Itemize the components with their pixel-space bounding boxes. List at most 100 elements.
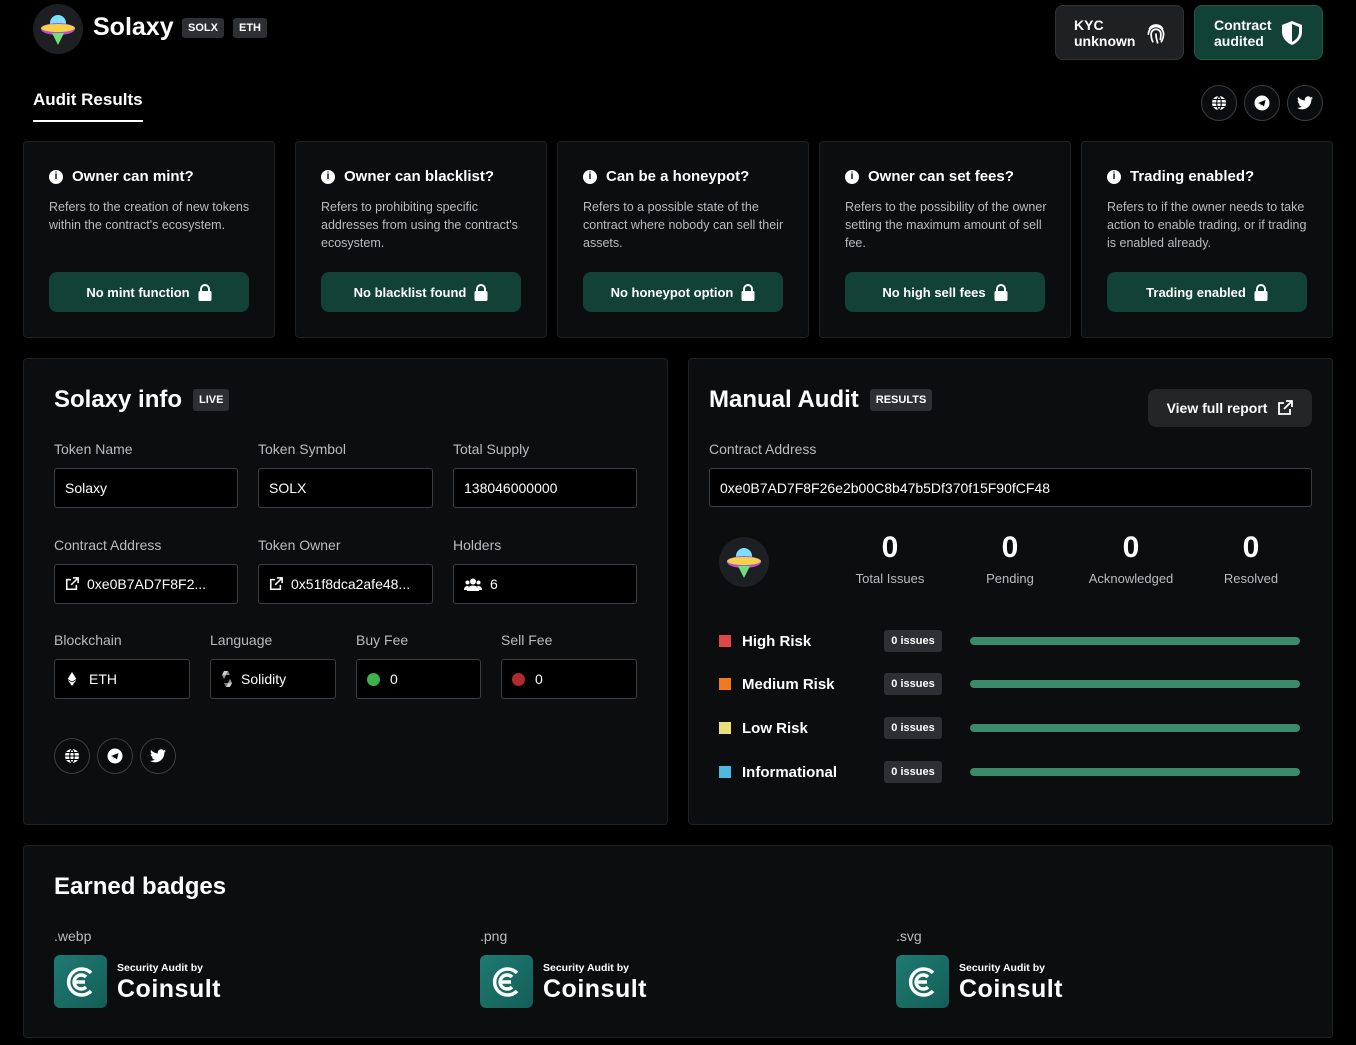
fingerprint-icon (1147, 23, 1165, 44)
token-symbol-value: SOLX (269, 480, 307, 496)
info-telegram-link[interactable] (97, 738, 133, 774)
check-header: i Trading enabled? (1107, 168, 1307, 185)
check-result-label: No mint function (86, 284, 190, 300)
risk-issues-badge: 0 issues (884, 630, 942, 652)
results-tag: RESULTS (869, 389, 933, 411)
live-tag: LIVE (193, 389, 230, 411)
badge-brand: Coinsult (117, 974, 221, 1003)
shield-icon (1281, 20, 1302, 45)
users-icon (464, 578, 482, 591)
telegram-icon (107, 748, 123, 764)
risk-progress-bar (970, 637, 1300, 645)
badge-format-label: .svg (896, 928, 922, 944)
risk-name: High Risk (742, 632, 812, 650)
token-name-label: Token Name (54, 441, 133, 457)
check-header: i Can be a honeypot? (583, 168, 783, 185)
contract-label: Contract (1214, 16, 1272, 33)
contract-address-value: 0xe0B7AD7F8F2... (87, 576, 207, 592)
risk-progress-bar (970, 768, 1300, 776)
website-link[interactable] (1201, 85, 1237, 121)
total-supply-label: Total Supply (453, 441, 530, 457)
badge-text: Security Audit by Coinsult (959, 962, 1063, 1002)
tab-audit-results[interactable]: Audit Results (33, 90, 143, 122)
twitter-icon (150, 749, 166, 763)
stat-value: 0 (1242, 531, 1260, 564)
twitter-link[interactable] (1287, 85, 1323, 121)
check-result-button[interactable]: No honeypot option (583, 272, 783, 312)
check-card: i Can be a honeypot? Refers to a possibl… (557, 141, 809, 338)
token-symbol-label: Token Symbol (258, 441, 346, 457)
audit-stat: 0 Resolved (1191, 531, 1311, 586)
contract-audited-button[interactable]: Contract audited (1194, 5, 1323, 60)
stat-label: Total Issues (855, 571, 925, 586)
check-result-button[interactable]: No high sell fees (845, 272, 1045, 312)
kyc-label: KYC (1074, 16, 1104, 33)
coinsult-badge[interactable]: Security Audit by Coinsult (480, 955, 647, 1008)
twitter-icon (1297, 96, 1313, 110)
audit-project-logo (719, 537, 769, 587)
stat-label: Resolved (1223, 571, 1279, 586)
check-header: i Owner can mint? (49, 168, 249, 185)
info-twitter-link[interactable] (140, 738, 176, 774)
holders-label: Holders (453, 537, 502, 553)
risk-row: High Risk 0 issues (719, 629, 1309, 653)
check-card: i Owner can mint? Refers to the creation… (23, 141, 275, 338)
risk-row: Low Risk 0 issues (719, 716, 1309, 740)
external-link-icon (269, 577, 283, 591)
buy-fee-field: 0 (356, 659, 481, 699)
check-result-button[interactable]: Trading enabled (1107, 272, 1307, 312)
holders-field: 6 (453, 564, 637, 604)
badge-caption: Security Audit by (543, 961, 629, 974)
coinsult-badge[interactable]: Security Audit by Coinsult (896, 955, 1063, 1008)
contract-address-label: Contract Address (54, 537, 162, 553)
check-title: Owner can mint? (72, 168, 194, 185)
info-website-link[interactable] (54, 738, 90, 774)
audit-stat: 0 Acknowledged (1071, 531, 1191, 586)
coinsult-logo-icon (908, 966, 934, 997)
contract-address-link[interactable]: 0xe0B7AD7F8F2... (54, 564, 238, 604)
coinsult-logo (54, 955, 107, 1008)
info-icon: i (1107, 169, 1121, 184)
check-result-button[interactable]: No blacklist found (321, 272, 521, 312)
badge-caption: Security Audit by (117, 961, 203, 974)
telegram-link[interactable] (1244, 85, 1280, 121)
info-icon: i (845, 169, 859, 184)
check-result-button[interactable]: No mint function (49, 272, 249, 312)
solidity-icon (222, 671, 232, 687)
check-description: Refers to the possibility of the owner s… (845, 200, 1047, 250)
check-title: Owner can set fees? (868, 168, 1014, 185)
risk-color-swatch (719, 722, 731, 734)
ethereum-icon (67, 672, 77, 686)
risk-row: Medium Risk 0 issues (719, 672, 1309, 696)
sell-fee-label: Sell Fee (501, 632, 553, 648)
audit-contract-label: Contract Address (709, 441, 817, 457)
risk-row: Informational 0 issues (719, 760, 1309, 784)
check-title: Owner can blacklist? (344, 168, 495, 185)
risk-issues-badge: 0 issues (884, 761, 942, 783)
symbol-tag: SOLX (182, 18, 224, 38)
buy-fee-value: 0 (390, 671, 398, 687)
language-field: Solidity (210, 659, 336, 699)
check-description: Refers to the creation of new tokens wit… (49, 200, 250, 232)
view-full-report-button[interactable]: View full report (1148, 389, 1312, 427)
manual-audit-panel (688, 358, 1333, 825)
badge-brand: Coinsult (543, 974, 647, 1003)
badge-format-label: .webp (54, 928, 92, 944)
check-header: i Owner can set fees? (845, 168, 1045, 185)
lock-icon (741, 283, 755, 301)
info-icon: i (583, 169, 597, 184)
sell-fee-field: 0 (501, 659, 637, 699)
coinsult-badge[interactable]: Security Audit by Coinsult (54, 955, 221, 1008)
blockchain-field: ETH (54, 659, 190, 699)
token-owner-value: 0x51f8dca2afe48... (291, 576, 411, 592)
lock-icon (474, 283, 488, 301)
risk-issues-badge: 0 issues (884, 673, 942, 695)
badges-title: Earned badges (54, 873, 227, 900)
check-description: Refers to if the owner needs to take act… (1107, 200, 1307, 250)
kyc-status-button[interactable]: KYC unknown (1055, 5, 1184, 60)
stat-label: Acknowledged (1088, 571, 1174, 586)
risk-progress-bar (970, 724, 1300, 732)
coinsult-logo-icon (66, 966, 92, 997)
token-owner-link[interactable]: 0x51f8dca2afe48... (258, 564, 433, 604)
token-name-value: Solaxy (65, 480, 108, 496)
